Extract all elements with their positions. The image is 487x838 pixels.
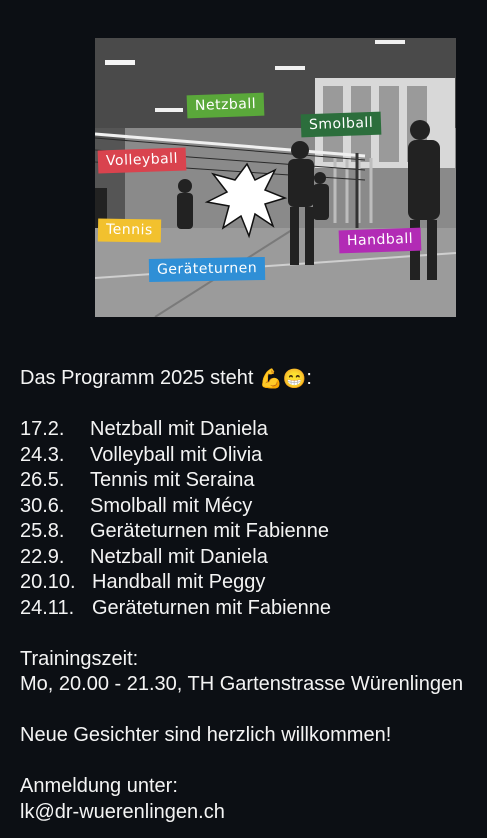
schedule-event: Geräteturnen mit Fabienne [90,520,330,542]
schedule-item: 24.3. Volleyball mit Olivia [20,443,487,469]
training-details: Mo, 20.00 - 21.30, TH Gartenstrasse Würe… [20,673,464,695]
tag-handball: Handball [338,227,422,254]
program-heading: Das Programm 2025 steht 💪😁: [20,366,487,392]
schedule-item: 30.6. Smolball mit Mécy [20,494,487,520]
signup-email-link[interactable]: lk@dr-wuerenlingen.ch [20,800,487,826]
heading-text: Das Programm 2025 steht [20,367,254,389]
schedule-event: Geräteturnen mit Fabienne [92,596,332,619]
schedule-date: 25.8. [20,520,65,542]
flexed-biceps-grin-emoji-icon: 💪😁 [259,369,307,390]
tag-smolball: Smolball [300,111,382,138]
schedule-date: 24.11. [20,596,75,619]
schedule-list: 17.2. Netzball mit Daniela 24.3. Volleybal… [20,417,487,621]
welcome-text: Neue Gesichter sind herzlich willkommen! [20,724,392,746]
signup-label: Anmeldung unter: [20,775,178,797]
schedule-event: Handball mit Peggy [92,571,266,593]
schedule-event: Smolball mit Mécy [90,494,253,517]
tag-geraeteturnen: Geräteturnen [148,256,266,283]
heading-suffix: : [306,367,312,389]
post-text: Das Programm 2025 steht 💪😁: 17.2. Netzbal… [20,366,487,825]
schedule-event: Tennis mit Seraina [90,469,255,491]
schedule-date: 24.3. [20,443,65,466]
schedule-item: 24.11. Geräteturnen mit Fabienne [20,596,487,622]
tag-tennis: Tennis [97,218,161,243]
program-image[interactable]: Netzball Smolball Volleyball Tennis Hand… [95,38,456,317]
schedule-date: 20.10. [20,571,76,593]
schedule-event: Netzball mit Daniela [90,545,268,568]
training-label: Trainingszeit: [20,647,139,670]
schedule-item: 17.2. Netzball mit Daniela [20,417,487,443]
tag-netzball: Netzball [186,92,265,119]
schedule-item: 22.9. Netzball mit Daniela [20,545,487,571]
schedule-item: 25.8. Geräteturnen mit Fabienne [20,519,487,545]
schedule-date: 26.5. [20,469,65,491]
schedule-event: Volleyball mit Olivia [90,443,263,466]
schedule-date: 22.9. [20,545,65,568]
schedule-date: 30.6. [20,494,65,517]
schedule-event: Netzball mit Daniela [90,418,268,440]
schedule-date: 17.2. [20,418,65,440]
schedule-item: 26.5. Tennis mit Seraina [20,468,487,494]
schedule-item: 20.10. Handball mit Peggy [20,570,487,596]
tag-volleyball: Volleyball [97,147,187,174]
